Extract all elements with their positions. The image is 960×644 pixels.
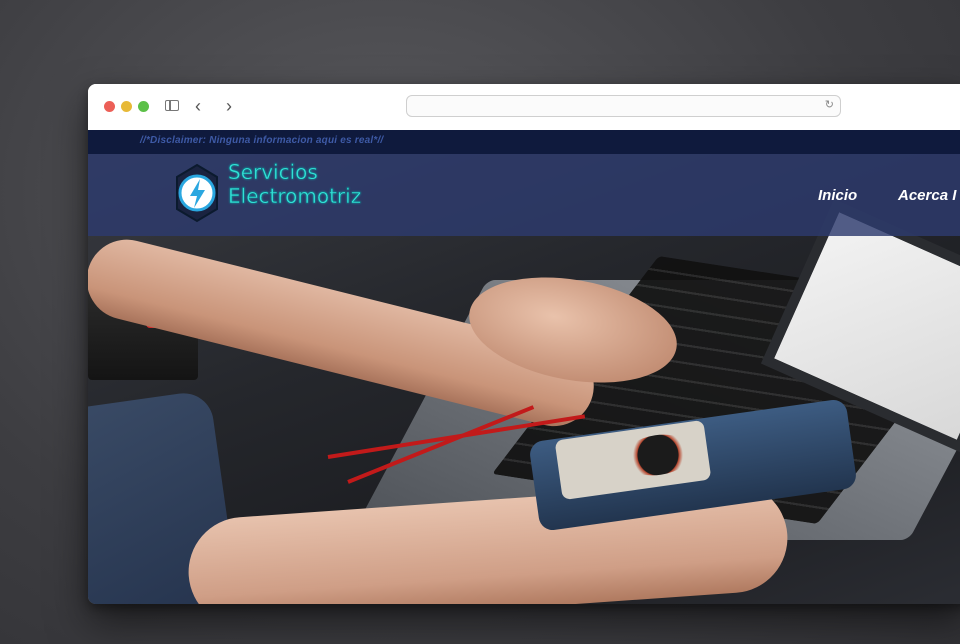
sidebar-icon[interactable] — [165, 100, 179, 111]
site-navbar: Servicios Electromotriz Inicio Acerca I — [88, 154, 960, 236]
disclaimer-bar: //*Disclaimer: Ninguna informacion aqui … — [88, 130, 960, 154]
close-window-button[interactable] — [104, 101, 115, 112]
web-page: //*Disclaimer: Ninguna informacion aqui … — [88, 130, 960, 604]
back-icon[interactable]: ‹ — [195, 94, 201, 118]
browser-toolbar: ‹ › ↻ — [88, 84, 960, 131]
lightning-bolt-icon[interactable] — [173, 163, 221, 223]
browser-window: ‹ › ↻ //*Disclaimer: Ninguna informacion… — [88, 84, 960, 604]
logo-line-2: Electromotriz — [228, 184, 362, 208]
address-bar[interactable]: ↻ — [406, 95, 841, 117]
nav-link-acerca[interactable]: Acerca I — [898, 187, 956, 204]
nav-link-inicio[interactable]: Inicio — [818, 187, 857, 204]
disclaimer-text: //*Disclaimer: Ninguna informacion aqui … — [140, 135, 384, 146]
forward-icon[interactable]: › — [226, 94, 232, 118]
logo-line-1: Servicios — [228, 160, 318, 184]
reload-icon[interactable]: ↻ — [825, 98, 834, 111]
minimize-window-button[interactable] — [121, 101, 132, 112]
site-logo-text[interactable]: Servicios Electromotriz — [228, 160, 362, 208]
maximize-window-button[interactable] — [138, 101, 149, 112]
